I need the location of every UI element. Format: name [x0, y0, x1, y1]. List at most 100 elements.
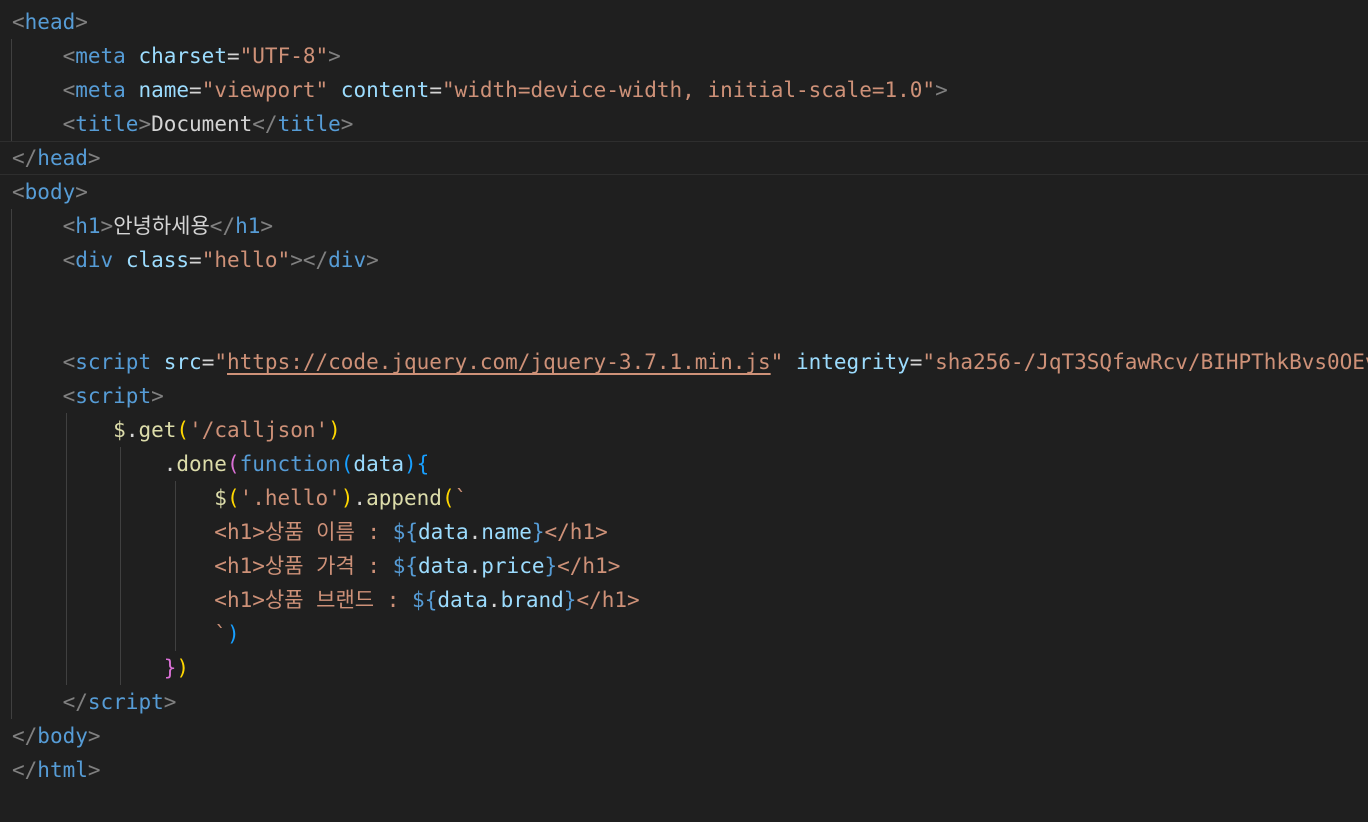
- code-token-text: =: [189, 78, 202, 102]
- code-token-func: append: [366, 486, 442, 510]
- code-token-bracket: >: [340, 112, 354, 136]
- code-line[interactable]: <head>: [0, 5, 1368, 39]
- code-token-ws: [12, 112, 63, 136]
- code-token-bracket: </: [252, 112, 278, 136]
- code-token-string: "hello": [201, 248, 291, 272]
- code-token-tag: script: [75, 384, 152, 408]
- code-token-text: =: [909, 350, 923, 374]
- code-line[interactable]: $.get('/calljson'): [0, 413, 1368, 447]
- code-line[interactable]: <meta charset="UTF-8">: [0, 39, 1368, 73]
- code-token-brace_blue: {: [416, 452, 430, 476]
- code-line[interactable]: <h1>상품 가격 : ${data.price}</h1>: [0, 549, 1368, 583]
- code-token-ws: [12, 350, 63, 374]
- code-token-tag: html: [37, 758, 88, 782]
- code-token-ws: [12, 622, 214, 646]
- code-token-ws: [783, 350, 796, 374]
- code-token-func: $: [214, 486, 227, 510]
- code-token-ws: [12, 214, 63, 238]
- code-token-string: "viewport": [201, 78, 329, 102]
- code-line[interactable]: <body>: [0, 175, 1368, 209]
- code-token-text: .: [487, 588, 501, 612]
- code-token-bracket: >: [87, 146, 101, 170]
- code-token-bracket: <: [62, 384, 76, 408]
- code-token-string: <h1>상품 브랜드 :: [214, 588, 413, 612]
- code-line[interactable]: <meta name="viewport" content="width=dev…: [0, 73, 1368, 107]
- code-line[interactable]: [0, 277, 1368, 311]
- code-token-attr: class: [125, 248, 190, 272]
- code-token-keyword: ${: [392, 554, 419, 578]
- code-token-tag: h1: [75, 214, 101, 238]
- code-token-brace_pink: }: [163, 656, 177, 680]
- code-token-tag: title: [75, 112, 139, 136]
- indent-guide: [174, 481, 176, 651]
- code-token-string: ": [214, 350, 227, 374]
- code-token-ws: [12, 690, 63, 714]
- code-token-bracket: >: [163, 690, 177, 714]
- code-token-bracket: </: [12, 724, 38, 748]
- code-line[interactable]: $('.hello').append(`: [0, 481, 1368, 515]
- code-token-bracket: >: [151, 384, 164, 408]
- code-line[interactable]: </head>: [0, 141, 1368, 175]
- code-line[interactable]: <h1>상품 브랜드 : ${data.brand}</h1>: [0, 583, 1368, 617]
- code-token-ws: [12, 588, 214, 612]
- code-token-string: </h1>: [544, 520, 608, 544]
- code-token-string: ": [770, 350, 784, 374]
- code-token-ws: [12, 486, 214, 510]
- code-token-tag: h1: [235, 214, 261, 238]
- code-token-bracket: <: [12, 10, 25, 34]
- code-token-bracket: </: [12, 758, 38, 782]
- code-token-bracket: <: [62, 350, 76, 374]
- code-token-ws: [12, 554, 214, 578]
- code-token-ws: [126, 78, 139, 102]
- code-token-bracket: </: [209, 214, 236, 238]
- code-token-string: <h1>상품 이름 :: [214, 520, 393, 544]
- code-line[interactable]: <h1>상품 이름 : ${data.name}</h1>: [0, 515, 1368, 549]
- code-token-attr: src: [163, 350, 202, 374]
- code-token-ws: [126, 44, 139, 68]
- code-token-bracket: >: [100, 214, 114, 238]
- code-token-tag: title: [277, 112, 341, 136]
- code-token-tag: script: [87, 690, 164, 714]
- code-token-tag: meta: [75, 78, 126, 102]
- code-token-keyword: ${: [412, 588, 438, 612]
- code-line[interactable]: <h1>안녕하세용</h1>: [0, 209, 1368, 243]
- code-token-ws: [12, 520, 214, 544]
- code-line[interactable]: }): [0, 651, 1368, 685]
- code-token-string: "UTF-8": [239, 44, 329, 68]
- code-token-brace_yellow: ): [176, 656, 190, 680]
- code-token-string: `: [454, 486, 468, 510]
- code-line[interactable]: <div class="hello"></div>: [0, 243, 1368, 277]
- code-token-ws: [151, 350, 164, 374]
- indent-guide: [65, 413, 67, 685]
- code-token-bracket: <: [62, 44, 76, 68]
- code-line[interactable]: </script>: [0, 685, 1368, 719]
- code-token-ws: [113, 248, 126, 272]
- code-token-text: .: [353, 486, 367, 510]
- code-token-bracket: >: [75, 180, 88, 204]
- code-token-brace_blue: ): [404, 452, 417, 476]
- code-line[interactable]: [0, 311, 1368, 345]
- code-line[interactable]: <title>Document</title>: [0, 107, 1368, 141]
- code-token-func: done: [176, 452, 227, 476]
- code-token-keyword: }: [544, 554, 558, 578]
- code-token-bracket: >: [935, 78, 948, 102]
- code-token-attr: data: [353, 452, 404, 476]
- code-token-attr: charset: [138, 44, 227, 68]
- code-line[interactable]: </html>: [0, 753, 1368, 787]
- indent-guide: [120, 447, 122, 685]
- code-line[interactable]: </body>: [0, 719, 1368, 753]
- code-line[interactable]: <script src="https://code.jquery.com/jqu…: [0, 345, 1368, 379]
- indent-guide: [11, 209, 12, 719]
- code-token-tag: div: [328, 248, 367, 272]
- code-editor[interactable]: <head> <meta charset="UTF-8"> <meta name…: [0, 0, 1368, 822]
- code-token-text: =: [189, 248, 202, 272]
- code-line[interactable]: .done(function(data){: [0, 447, 1368, 481]
- code-line[interactable]: `): [0, 617, 1368, 651]
- code-line[interactable]: <script>: [0, 379, 1368, 413]
- code-token-text: .: [468, 554, 482, 578]
- code-token-bracket: >: [87, 758, 101, 782]
- code-token-bracket: >: [328, 44, 341, 68]
- code-token-bracket: >: [75, 10, 88, 34]
- code-token-attr: integrity: [795, 350, 910, 374]
- code-token-attr: data: [418, 554, 469, 578]
